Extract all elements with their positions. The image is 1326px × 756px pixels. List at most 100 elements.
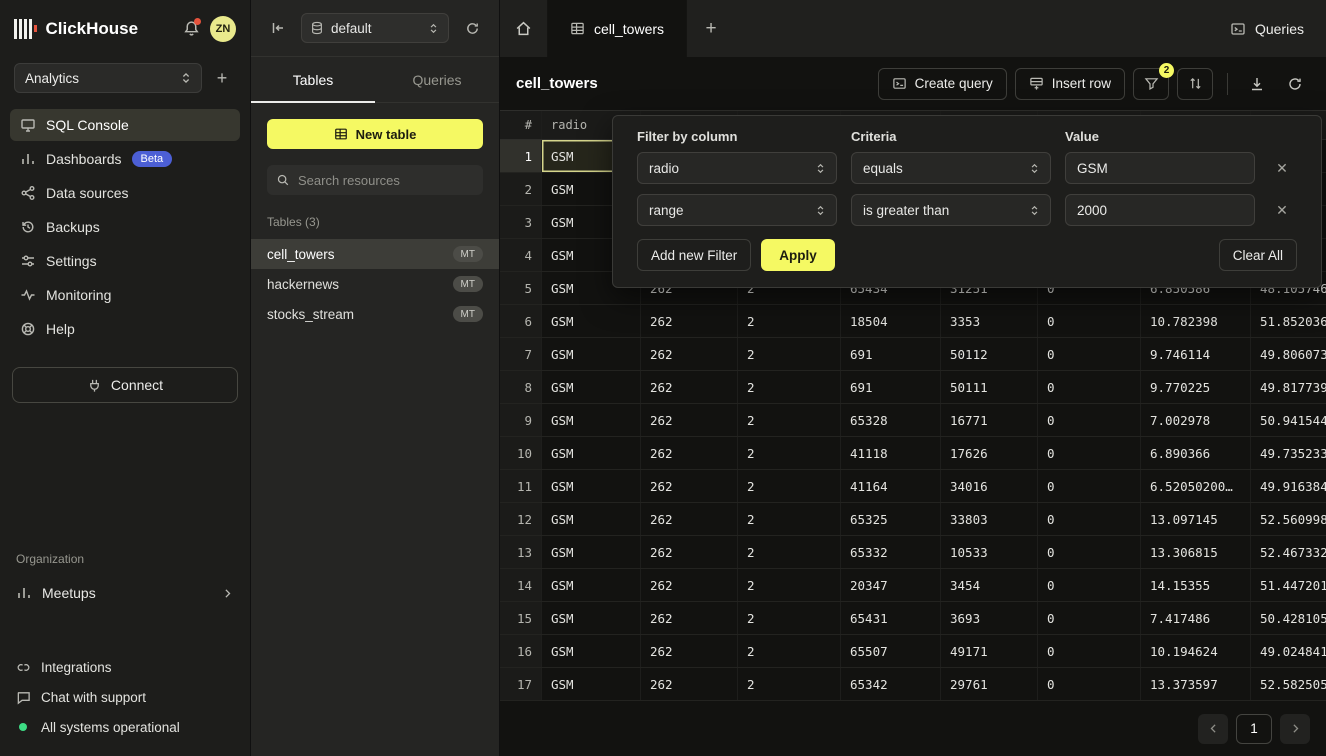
add-filter-button[interactable]: Add new Filter [637, 239, 751, 271]
sort-button[interactable] [1177, 68, 1213, 100]
grid-cell[interactable]: 0 [1038, 569, 1141, 601]
row-number[interactable]: 15 [500, 602, 542, 634]
grid-cell[interactable]: 10533 [941, 536, 1038, 568]
grid-cell[interactable]: 262 [641, 371, 738, 403]
database-selector[interactable]: default [301, 13, 449, 43]
remove-filter-icon[interactable]: ✕ [1269, 155, 1295, 181]
row-number[interactable]: 7 [500, 338, 542, 370]
download-button[interactable] [1242, 69, 1272, 99]
sidebar-item-settings[interactable]: Settings [10, 245, 240, 277]
grid-cell[interactable]: 10.782398 [1141, 305, 1251, 337]
queries-button[interactable]: Queries [1208, 0, 1326, 57]
grid-cell[interactable]: 52.4673325 [1251, 536, 1326, 568]
row-number[interactable]: 1 [500, 140, 542, 172]
row-number[interactable]: 3 [500, 206, 542, 238]
grid-cell[interactable]: 52.582505 [1251, 668, 1326, 700]
grid-cell[interactable]: 9.746114 [1141, 338, 1251, 370]
new-table-button[interactable]: New table [267, 119, 483, 149]
grid-cell[interactable]: 49171 [941, 635, 1038, 667]
new-tab-button[interactable]: + [687, 0, 735, 57]
home-tab[interactable] [500, 0, 548, 57]
grid-cell[interactable]: 50112 [941, 338, 1038, 370]
grid-cell[interactable]: 2 [738, 668, 841, 700]
footer-item-chat-support[interactable]: Chat with support [16, 682, 234, 712]
row-number[interactable]: 10 [500, 437, 542, 469]
grid-cell[interactable]: 262 [641, 635, 738, 667]
grid-cell[interactable]: GSM [542, 470, 641, 502]
grid-cell[interactable]: 51.852036 [1251, 305, 1326, 337]
notifications-bell-icon[interactable] [181, 19, 201, 39]
grid-cell[interactable]: 13.373597 [1141, 668, 1251, 700]
grid-cell[interactable]: 52.560998 [1251, 503, 1326, 535]
grid-cell[interactable]: 6.890366 [1141, 437, 1251, 469]
tab-queries[interactable]: Queries [375, 57, 499, 102]
remove-filter-icon[interactable]: ✕ [1269, 197, 1295, 223]
grid-cell[interactable]: 3353 [941, 305, 1038, 337]
refresh-data-button[interactable] [1280, 69, 1310, 99]
grid-cell[interactable]: 0 [1038, 371, 1141, 403]
grid-cell[interactable]: 262 [641, 602, 738, 634]
grid-cell[interactable]: GSM [542, 404, 641, 436]
grid-cell[interactable]: 2 [738, 602, 841, 634]
grid-cell[interactable]: 262 [641, 668, 738, 700]
grid-cell[interactable]: 0 [1038, 404, 1141, 436]
grid-cell[interactable]: 9.770225 [1141, 371, 1251, 403]
grid-cell[interactable]: 3693 [941, 602, 1038, 634]
grid-cell[interactable]: 13.097145 [1141, 503, 1251, 535]
grid-cell[interactable]: 49.806073 [1251, 338, 1326, 370]
grid-cell[interactable]: 65328 [841, 404, 941, 436]
grid-cell[interactable]: 18504 [841, 305, 941, 337]
grid-cell[interactable]: 7.002978 [1141, 404, 1251, 436]
collapse-panel-icon[interactable] [265, 15, 291, 41]
avatar[interactable]: ZN [210, 16, 236, 42]
prev-page-button[interactable] [1198, 714, 1228, 744]
grid-cell[interactable]: 41118 [841, 437, 941, 469]
grid-cell[interactable]: 2 [738, 503, 841, 535]
grid-cell[interactable]: 49.916384 [1251, 470, 1326, 502]
grid-cell[interactable]: 50.941544 [1251, 404, 1326, 436]
grid-cell[interactable]: GSM [542, 437, 641, 469]
grid-cell[interactable]: GSM [542, 371, 641, 403]
apply-filters-button[interactable]: Apply [761, 239, 835, 271]
row-number[interactable]: 6 [500, 305, 542, 337]
tab-cell-towers[interactable]: cell_towers [548, 0, 687, 57]
tab-tables[interactable]: Tables [251, 57, 375, 102]
add-workspace-button[interactable]: + [208, 64, 236, 92]
grid-cell[interactable]: 262 [641, 536, 738, 568]
grid-cell[interactable]: GSM [542, 668, 641, 700]
grid-cell[interactable]: 262 [641, 437, 738, 469]
grid-cell[interactable]: 20347 [841, 569, 941, 601]
grid-cell[interactable]: GSM [542, 503, 641, 535]
grid-cell[interactable]: 14.15355 [1141, 569, 1251, 601]
page-number[interactable]: 1 [1236, 714, 1272, 744]
grid-cell[interactable]: 0 [1038, 470, 1141, 502]
row-number[interactable]: 11 [500, 470, 542, 502]
row-number[interactable]: 8 [500, 371, 542, 403]
sidebar-item-monitoring[interactable]: Monitoring [10, 279, 240, 311]
table-list-item[interactable]: cell_towers MT [251, 239, 499, 269]
grid-cell[interactable]: 2 [738, 635, 841, 667]
grid-cell[interactable]: 6.52050200… [1141, 470, 1251, 502]
grid-cell[interactable]: 2 [738, 338, 841, 370]
grid-cell[interactable]: 3454 [941, 569, 1038, 601]
row-number[interactable]: 2 [500, 173, 542, 205]
filter-value-input[interactable] [1065, 194, 1255, 226]
next-page-button[interactable] [1280, 714, 1310, 744]
grid-cell[interactable]: 10.194624 [1141, 635, 1251, 667]
grid-cell[interactable]: 13.306815 [1141, 536, 1251, 568]
grid-cell[interactable]: 2 [738, 305, 841, 337]
grid-cell[interactable]: 691 [841, 371, 941, 403]
grid-cell[interactable]: 0 [1038, 503, 1141, 535]
filter-column-select[interactable]: radio [637, 152, 837, 184]
sidebar-item-data-sources[interactable]: Data sources [10, 177, 240, 209]
grid-cell[interactable]: 262 [641, 470, 738, 502]
grid-cell[interactable]: 65332 [841, 536, 941, 568]
grid-cell[interactable]: 0 [1038, 635, 1141, 667]
grid-cell[interactable]: 7.417486 [1141, 602, 1251, 634]
grid-cell[interactable]: 0 [1038, 305, 1141, 337]
grid-cell[interactable]: 2 [738, 569, 841, 601]
grid-cell[interactable]: 65325 [841, 503, 941, 535]
grid-cell[interactable]: 0 [1038, 338, 1141, 370]
grid-cell[interactable]: 2 [738, 536, 841, 568]
table-list-item[interactable]: stocks_stream MT [251, 299, 499, 329]
